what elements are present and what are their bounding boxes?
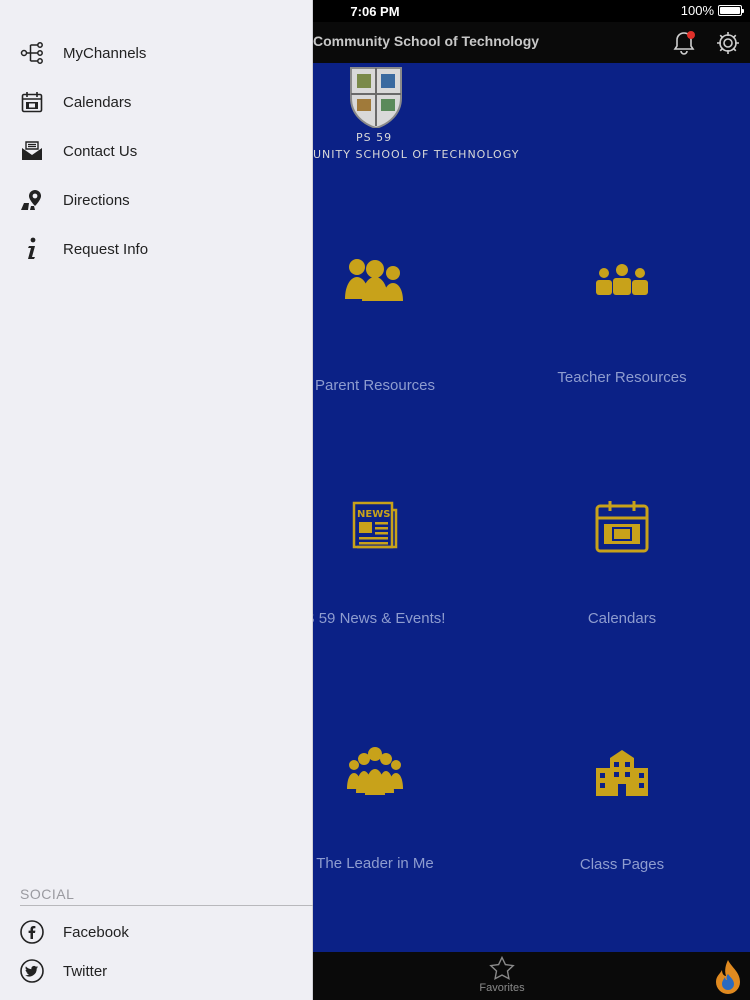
drawer-item-label: Directions xyxy=(63,191,130,209)
drawer-item-label: Twitter xyxy=(63,962,108,980)
drawer-item-twitter[interactable]: Twitter xyxy=(0,951,313,991)
tile-calendars[interactable]: Calendars xyxy=(509,498,735,698)
leader-group-icon xyxy=(347,747,403,795)
drawer-item-request-info[interactable]: Request Info xyxy=(0,229,313,269)
map-pin-icon xyxy=(20,188,44,212)
calendar-icon xyxy=(595,501,649,553)
battery-percent: 100% xyxy=(680,3,714,18)
drawer-item-contact-us[interactable]: Contact Us xyxy=(0,131,313,171)
envelope-icon xyxy=(20,139,44,163)
tile-teacher-resources[interactable]: Teacher Resources xyxy=(509,263,735,463)
drawer-item-label: Calendars xyxy=(63,93,132,111)
tile-label: Class Pages xyxy=(579,856,665,873)
tab-favorites[interactable]: Favorites xyxy=(470,956,534,994)
channels-tree-icon xyxy=(20,41,44,65)
notification-bell-icon[interactable] xyxy=(671,30,697,56)
side-drawer: MyChannels Calendars Contact Us Directio… xyxy=(0,0,313,1000)
battery-status: 100% xyxy=(680,3,744,18)
battery-icon xyxy=(718,5,744,16)
drawer-item-label: Facebook xyxy=(63,923,129,941)
tile-label: Teacher Resources xyxy=(557,369,687,386)
app-title: Community School of Technology xyxy=(313,33,540,49)
logo-text-school-name: UNITY SCHOOL OF TECHNOLOGY xyxy=(313,148,520,161)
tile-class-pages[interactable]: Class Pages xyxy=(509,748,735,948)
settings-gear-icon[interactable] xyxy=(715,30,741,56)
parents-group-icon xyxy=(345,259,403,301)
school-crest-logo xyxy=(350,67,402,128)
tab-favorites-label: Favorites xyxy=(479,982,525,994)
app-brand-flame-icon xyxy=(716,960,740,994)
info-icon xyxy=(20,237,44,261)
facebook-icon xyxy=(20,920,44,944)
logo-text-school-number: PS 59 xyxy=(356,131,393,144)
drawer-item-label: MyChannels xyxy=(63,44,147,62)
drawer-item-label: Contact Us xyxy=(63,142,138,160)
newspaper-icon: NEWS xyxy=(352,501,398,549)
calendar-icon xyxy=(20,90,44,114)
twitter-icon xyxy=(20,959,44,983)
social-section-header: SOCIAL xyxy=(20,886,75,902)
tile-label: Calendars xyxy=(587,610,657,627)
drawer-item-label: Request Info xyxy=(63,240,149,258)
svg-text:NEWS: NEWS xyxy=(357,509,390,520)
teachers-group-icon xyxy=(596,264,648,295)
drawer-item-facebook[interactable]: Facebook xyxy=(0,912,313,952)
star-icon xyxy=(489,956,515,980)
school-building-icon xyxy=(596,750,648,796)
drawer-item-calendars[interactable]: Calendars xyxy=(0,82,313,122)
social-divider xyxy=(20,905,313,906)
drawer-item-mychannels[interactable]: MyChannels xyxy=(0,33,313,73)
drawer-item-directions[interactable]: Directions xyxy=(0,180,313,220)
